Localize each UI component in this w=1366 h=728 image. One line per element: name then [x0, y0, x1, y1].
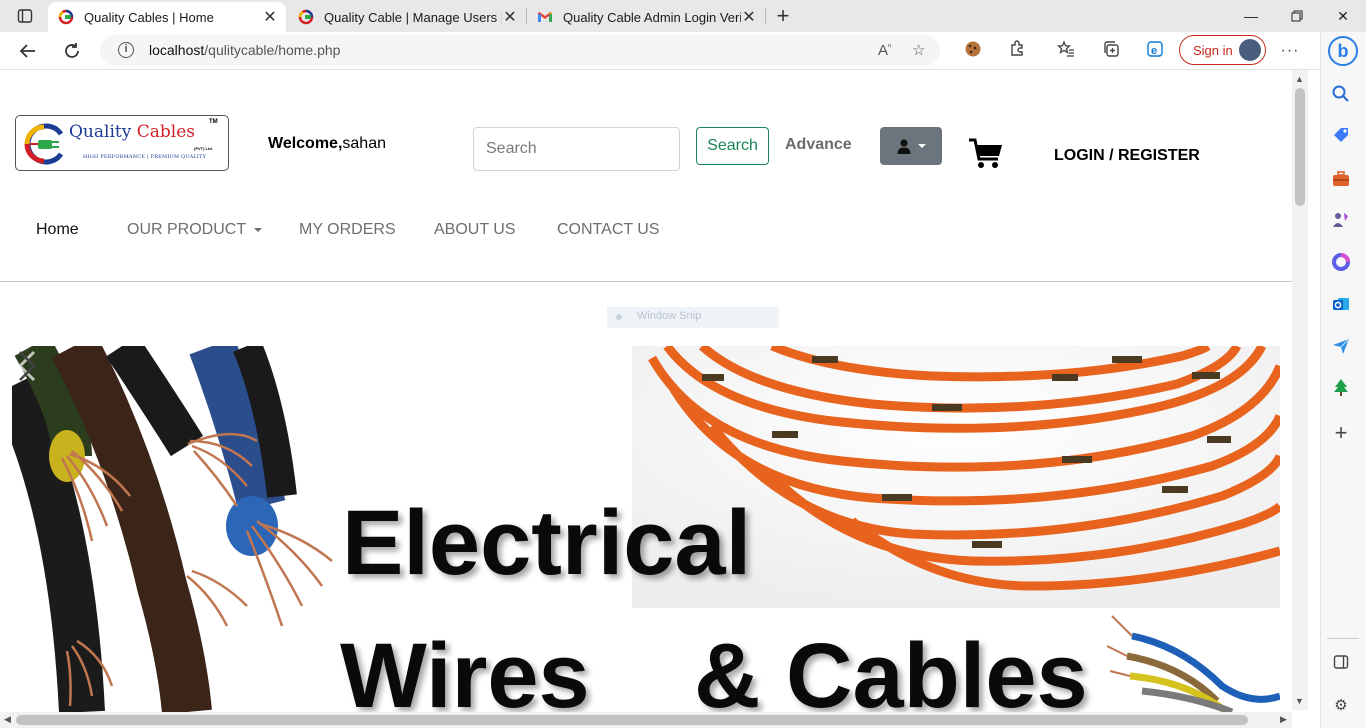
banner-text-electrical: Electrical: [342, 492, 752, 594]
logo-plug-icon: [24, 123, 64, 165]
tab-admin-login[interactable]: Quality Cable Admin Login Verific ✕: [527, 2, 765, 32]
extensions-icon[interactable]: [1006, 40, 1028, 62]
window-snip-overlay: Window Snip: [607, 307, 779, 328]
logo-word-cables: Cables: [136, 122, 195, 142]
user-menu-dropdown[interactable]: [880, 127, 942, 165]
logo-wordmark: Quality Cables: [69, 122, 195, 142]
scroll-down-icon[interactable]: ▼: [1295, 696, 1304, 706]
quality-cables-favicon: [58, 9, 74, 25]
tree-icon[interactable]: [1331, 378, 1351, 398]
scroll-left-icon[interactable]: ◀: [4, 714, 11, 725]
welcome-username: sahan: [342, 135, 386, 152]
logo-trademark: TM: [209, 119, 218, 125]
url-host: localhost: [149, 42, 205, 58]
banner-text-wires: Wires: [340, 625, 590, 712]
carousel-next-icon[interactable]: [12, 346, 42, 386]
back-button[interactable]: [13, 36, 43, 66]
logo-word-quality: Quality: [69, 122, 132, 142]
microsoft-365-icon[interactable]: [1331, 252, 1351, 272]
web-page: Quality Cables TM (PVT) Ltd. HIGH PERFOR…: [0, 71, 1292, 712]
url-path: /qulitycable/home.php: [204, 42, 341, 58]
banner-text-cables: & Cables: [694, 625, 1088, 712]
nav-about-us[interactable]: ABOUT US: [434, 221, 516, 239]
vertical-scroll-thumb[interactable]: [1295, 88, 1305, 206]
cookie-extension-icon[interactable]: [962, 40, 984, 62]
logo-tagline: HIGH PERFORMANCE | PREMIUM QUALITY: [83, 154, 207, 160]
welcome-message: Welcome,sahan: [268, 135, 386, 153]
edge-sidebar: b + ⚙: [1320, 32, 1366, 728]
scroll-right-icon[interactable]: ▶: [1280, 714, 1287, 725]
welcome-label: Welcome,: [268, 135, 343, 152]
close-icon[interactable]: ✕: [502, 7, 518, 27]
tab-manage-users[interactable]: Quality Cable | Manage Users | A ✕: [288, 2, 526, 32]
tab-title: Quality Cable | Manage Users | A: [324, 9, 502, 25]
horizontal-scrollbar[interactable]: ◀ ▶: [0, 712, 1292, 728]
site-logo[interactable]: Quality Cables TM (PVT) Ltd. HIGH PERFOR…: [15, 115, 229, 171]
sign-in-label: Sign in: [1193, 42, 1233, 58]
login-register-link[interactable]: LOGIN / REGISTER: [1054, 147, 1200, 165]
address-bar[interactable]: i localhost/qulitycable/home.php Aⁿ ☆: [100, 35, 940, 66]
user-icon: [897, 139, 911, 154]
chevron-down-icon: [254, 227, 263, 232]
restore-button[interactable]: [1274, 0, 1320, 32]
tab-title: Quality Cable Admin Login Verific: [563, 9, 741, 25]
sidebar-divider: [1327, 638, 1359, 639]
send-drop-icon[interactable]: [1331, 336, 1351, 356]
tab-title: Quality Cables | Home: [84, 9, 214, 25]
add-favorite-icon[interactable]: ☆: [912, 41, 925, 59]
tab-actions-icon[interactable]: [10, 6, 40, 26]
search-icon[interactable]: [1331, 84, 1351, 104]
profile-avatar-icon: [1239, 39, 1261, 61]
browser-toolbar: i localhost/qulitycable/home.php Aⁿ ☆ e …: [0, 32, 1320, 70]
tools-briefcase-icon[interactable]: [1331, 169, 1351, 189]
minimize-button[interactable]: —: [1228, 0, 1274, 32]
gmail-icon: [538, 12, 552, 22]
horizontal-scroll-thumb[interactable]: [16, 715, 1248, 725]
refresh-button[interactable]: [57, 36, 87, 66]
hero-carousel: Electrical Wires & Cables: [12, 346, 1280, 712]
nav-our-product[interactable]: OUR PRODUCT: [127, 221, 263, 239]
tab-home[interactable]: Quality Cables | Home ✕: [48, 2, 286, 32]
search-button[interactable]: Search: [696, 127, 769, 165]
nav-contact-us[interactable]: CONTACT US: [557, 221, 660, 239]
search-input[interactable]: [473, 127, 680, 171]
site-info-icon[interactable]: i: [118, 42, 134, 58]
outlook-icon[interactable]: [1331, 294, 1351, 314]
new-tab-button[interactable]: +: [770, 3, 796, 29]
sign-in-button[interactable]: Sign in: [1179, 35, 1266, 65]
scroll-up-icon[interactable]: ▲: [1295, 74, 1304, 84]
shopping-tag-icon[interactable]: [1331, 126, 1351, 146]
main-navigation: Home OUR PRODUCT MY ORDERS ABOUT US CONT…: [0, 221, 1292, 261]
nav-our-product-label: OUR PRODUCT: [127, 221, 247, 238]
read-aloud-icon[interactable]: Aⁿ: [878, 41, 891, 59]
close-icon[interactable]: ✕: [741, 7, 757, 27]
bing-copilot-icon[interactable]: b: [1328, 36, 1358, 66]
nav-home[interactable]: Home: [36, 221, 79, 239]
url-text[interactable]: localhost/qulitycable/home.php: [149, 42, 340, 58]
add-sidebar-app-icon[interactable]: +: [1331, 420, 1351, 446]
more-menu-icon[interactable]: ···: [1279, 40, 1301, 62]
logo-pvt-ltd: (PVT) Ltd.: [194, 146, 213, 151]
close-icon[interactable]: ✕: [262, 7, 278, 27]
vertical-scrollbar[interactable]: ▲ ▼: [1292, 70, 1308, 710]
nav-my-orders[interactable]: MY ORDERS: [299, 221, 396, 239]
chevron-down-icon: [918, 144, 926, 148]
internet-explorer-mode-icon[interactable]: e: [1144, 40, 1166, 62]
advance-search-link[interactable]: Advance: [785, 136, 852, 154]
quality-cables-favicon: [298, 9, 314, 25]
favorites-icon[interactable]: [1055, 40, 1077, 62]
browser-tab-bar: Quality Cables | Home ✕ Quality Cable | …: [0, 0, 1366, 32]
hide-sidebar-icon[interactable]: [1332, 654, 1350, 672]
close-window-button[interactable]: ✕: [1320, 0, 1366, 32]
header-divider: [0, 281, 1292, 282]
settings-gear-icon[interactable]: ⚙: [1332, 696, 1350, 714]
tab-separator: [765, 8, 766, 24]
shopping-cart-icon[interactable]: [968, 137, 1004, 171]
collections-icon[interactable]: [1100, 40, 1122, 62]
games-icon[interactable]: [1331, 210, 1351, 230]
svg-text:e: e: [1151, 45, 1157, 57]
